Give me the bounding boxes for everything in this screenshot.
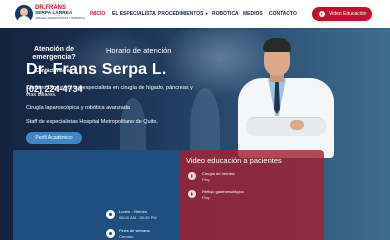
hero-affiliation: Staff de especialistas Hospital Metropol… — [26, 119, 158, 125]
clock-icon — [106, 229, 115, 238]
emergency-title: Atención de emergencia? — [32, 46, 76, 61]
videos-title: Video educación a pacientes — [186, 156, 282, 165]
video-education-label: Video Educación — [329, 11, 367, 17]
nav-item-procedimientos-label: PROCEDIMIENTOS — [158, 11, 204, 17]
schedule-hours: Cerrado — [119, 234, 134, 239]
video-play-label: Play — [202, 177, 210, 182]
video-play-label: Play — [202, 195, 210, 200]
schedule-title: Horario de atención — [106, 46, 172, 55]
doctor-photo — [232, 38, 340, 158]
video-title: Cirugía de hernias — [202, 171, 235, 176]
nav-item-robotica[interactable]: ROBÓTICA — [212, 9, 239, 19]
play-icon — [319, 11, 325, 17]
site-header: DR.FRANS SERPA LARREA CIRUGÍA LAPAROSCÓP… — [0, 0, 390, 28]
emergency-panel — [13, 150, 180, 240]
clock-icon — [106, 210, 115, 219]
nav-item-especialista[interactable]: EL ESPECIALISTA — [112, 9, 156, 19]
logo-tagline: CIRUGÍA LAPAROSCÓPICA Y ROBÓTICA — [35, 17, 85, 20]
schedule-days: Lunes - Viernes — [119, 209, 147, 214]
logo-line-2: SERPA LARREA — [35, 11, 73, 16]
video-education-button[interactable]: Video Educación — [312, 7, 372, 21]
video-title: Reflujo gastroesofágico — [202, 189, 244, 194]
nav-item-medios[interactable]: MEDIOS — [243, 9, 263, 19]
logo[interactable]: DR.FRANS SERPA LARREA CIRUGÍA LAPAROSCÓP… — [15, 5, 85, 23]
nav-item-inicio[interactable]: INICIO — [90, 9, 105, 19]
academic-profile-button[interactable]: Perfil Académico — [26, 132, 82, 144]
schedule-hours: 08:00 AM - 05:30 PM — [119, 215, 157, 220]
nav-item-procedimientos[interactable]: PROCEDIMIENTOS ▾ — [158, 9, 207, 19]
play-icon[interactable] — [188, 190, 196, 198]
chevron-down-icon: ▾ — [205, 11, 208, 16]
nav-item-contacto[interactable]: CONTACTO — [269, 9, 297, 19]
emergency-phone[interactable]: (02) 224-4734 — [26, 84, 83, 94]
logo-portrait-icon — [15, 5, 33, 23]
schedule-days: Fines de semana — [119, 228, 150, 233]
emergency-contact-label: Contáctenos al: — [35, 68, 73, 74]
play-icon[interactable] — [188, 172, 196, 180]
hero-specialty: Cirugía laparoscópica y robótica avanzad… — [26, 105, 130, 111]
patient-videos-panel: Video educación a pacientes Cirugía de h… — [180, 150, 324, 240]
